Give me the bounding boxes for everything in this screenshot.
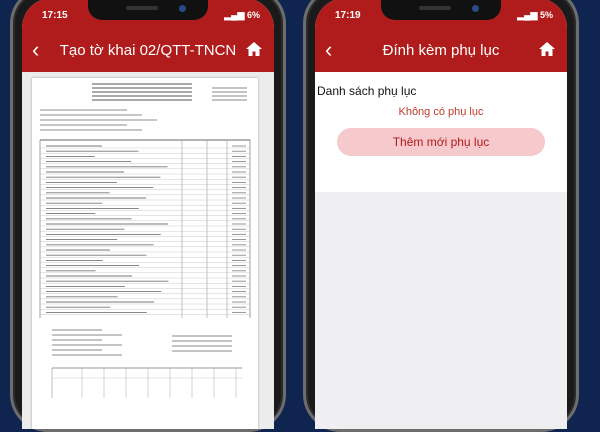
attachment-panel: Danh sách phụ lục Không có phụ lục Thêm … (315, 72, 567, 194)
document-preview-image (39, 83, 251, 398)
app-bar: ‹ Tạo tờ khai 02/QTT-TNCN (22, 28, 274, 72)
status-icons: ▂▄▆ 6% (224, 10, 260, 21)
battery-level: 6% (246, 10, 260, 20)
battery-level: 5% (539, 10, 553, 20)
document-preview-page[interactable] (32, 78, 258, 429)
section-title: Danh sách phụ lục (317, 84, 417, 98)
screen-left: 17:15 ▂▄▆ 6% ‹ Tạo tờ khai 02/QTT-TNCN (22, 0, 274, 429)
app-bar: ‹ Đính kèm phụ lục (315, 28, 567, 72)
phone-right: 17:19 ▂▄▆ 5% ‹ Đính kèm phụ lục Danh sác… (303, 0, 579, 432)
home-icon[interactable] (246, 42, 262, 56)
status-bar: 17:19 ▂▄▆ 5% (315, 0, 567, 28)
document-preview-area (22, 72, 274, 429)
empty-state-message: Không có phụ lục (398, 106, 484, 118)
status-time: 17:15 (42, 10, 68, 21)
signal-icon: ▂▄▆ (517, 10, 538, 20)
home-icon[interactable] (539, 42, 555, 56)
notch (381, 0, 501, 20)
status-bar: 17:15 ▂▄▆ 6% (22, 0, 274, 28)
page-title: Tạo tờ khai 02/QTT-TNCN (59, 41, 237, 59)
signal-icon: ▂▄▆ (224, 10, 245, 20)
add-appendix-button[interactable]: Thêm mới phụ lục (337, 128, 545, 156)
back-arrow-icon[interactable]: ‹ (32, 37, 39, 63)
notch (88, 0, 208, 20)
status-icons: ▂▄▆ 5% (517, 10, 553, 21)
phone-left: 17:15 ▂▄▆ 6% ‹ Tạo tờ khai 02/QTT-TNCN (10, 0, 286, 432)
empty-area (315, 192, 567, 429)
page-title: Đính kèm phụ lục (382, 41, 500, 59)
screen-right: 17:19 ▂▄▆ 5% ‹ Đính kèm phụ lục Danh sác… (315, 0, 567, 429)
status-time: 17:19 (335, 10, 361, 21)
back-arrow-icon[interactable]: ‹ (325, 37, 332, 63)
